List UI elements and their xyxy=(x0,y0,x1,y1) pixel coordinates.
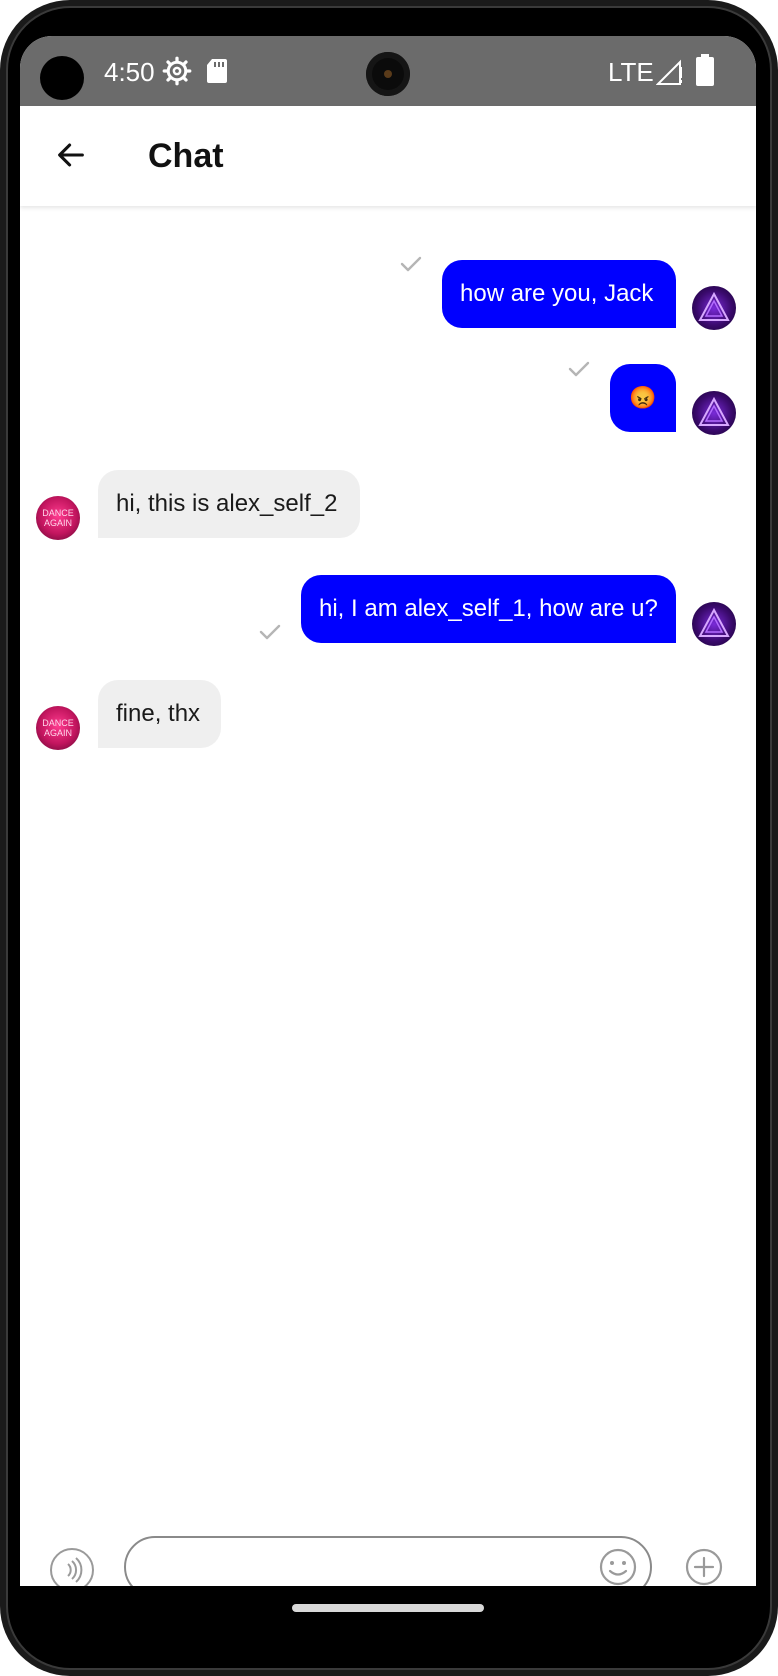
avatar[interactable]: DANCE AGAIN xyxy=(36,496,80,540)
battery-icon xyxy=(696,54,714,86)
signal-icon xyxy=(656,59,682,85)
avatar-text: DANCE xyxy=(42,718,74,728)
avatar-text: DANCE xyxy=(42,508,74,518)
app-bar: Chat xyxy=(20,106,756,206)
sd-card-icon xyxy=(207,59,227,83)
avatar-triangle-art xyxy=(698,396,730,426)
back-button[interactable] xyxy=(50,134,92,176)
voice-icon xyxy=(67,1557,83,1583)
avatar-text: AGAIN xyxy=(43,518,72,528)
plus-circle-icon[interactable] xyxy=(684,1547,724,1587)
navigation-bar xyxy=(20,1586,756,1628)
sent-check-icon xyxy=(259,624,281,640)
smiley-icon[interactable] xyxy=(598,1547,638,1587)
avatar-triangle-art xyxy=(698,291,730,321)
gear-icon xyxy=(162,56,192,86)
avatar-text: AGAIN xyxy=(43,728,72,738)
message-bubble[interactable]: hi, this is alex_self_2 xyxy=(98,470,360,538)
home-gesture-bar[interactable] xyxy=(292,1604,484,1612)
status-time: 4:50 xyxy=(104,57,155,87)
message-bubble[interactable]: 😡 xyxy=(610,364,676,432)
avatar[interactable] xyxy=(692,391,736,435)
message-bubble[interactable]: how are you, Jack xyxy=(442,260,676,328)
avatar[interactable] xyxy=(692,602,736,646)
message-outgoing[interactable]: how are you, Jack xyxy=(20,206,756,330)
arrow-left-icon xyxy=(58,143,84,167)
front-camera xyxy=(366,52,410,96)
device-frame: 4:50 LTE Chat how are you, Jack 😡 DANCE … xyxy=(0,0,778,1676)
screen: 4:50 LTE Chat how are you, Jack 😡 DANCE … xyxy=(20,36,756,1628)
avatar[interactable]: DANCE AGAIN xyxy=(36,706,80,750)
avatar-triangle-art xyxy=(698,607,730,637)
message-bubble[interactable]: hi, I am alex_self_1, how are u? xyxy=(301,575,676,643)
network-type: LTE xyxy=(608,57,654,87)
message-list[interactable]: how are you, Jack 😡 DANCE AGAIN hi, this… xyxy=(20,206,756,1536)
page-title: Chat xyxy=(148,137,224,175)
avatar[interactable] xyxy=(692,286,736,330)
status-bar: 4:50 LTE xyxy=(20,36,756,106)
status-dot-indicator xyxy=(40,56,84,100)
sent-check-icon xyxy=(568,361,590,377)
sent-check-icon xyxy=(400,256,422,272)
message-bubble[interactable]: fine, thx xyxy=(98,680,221,748)
